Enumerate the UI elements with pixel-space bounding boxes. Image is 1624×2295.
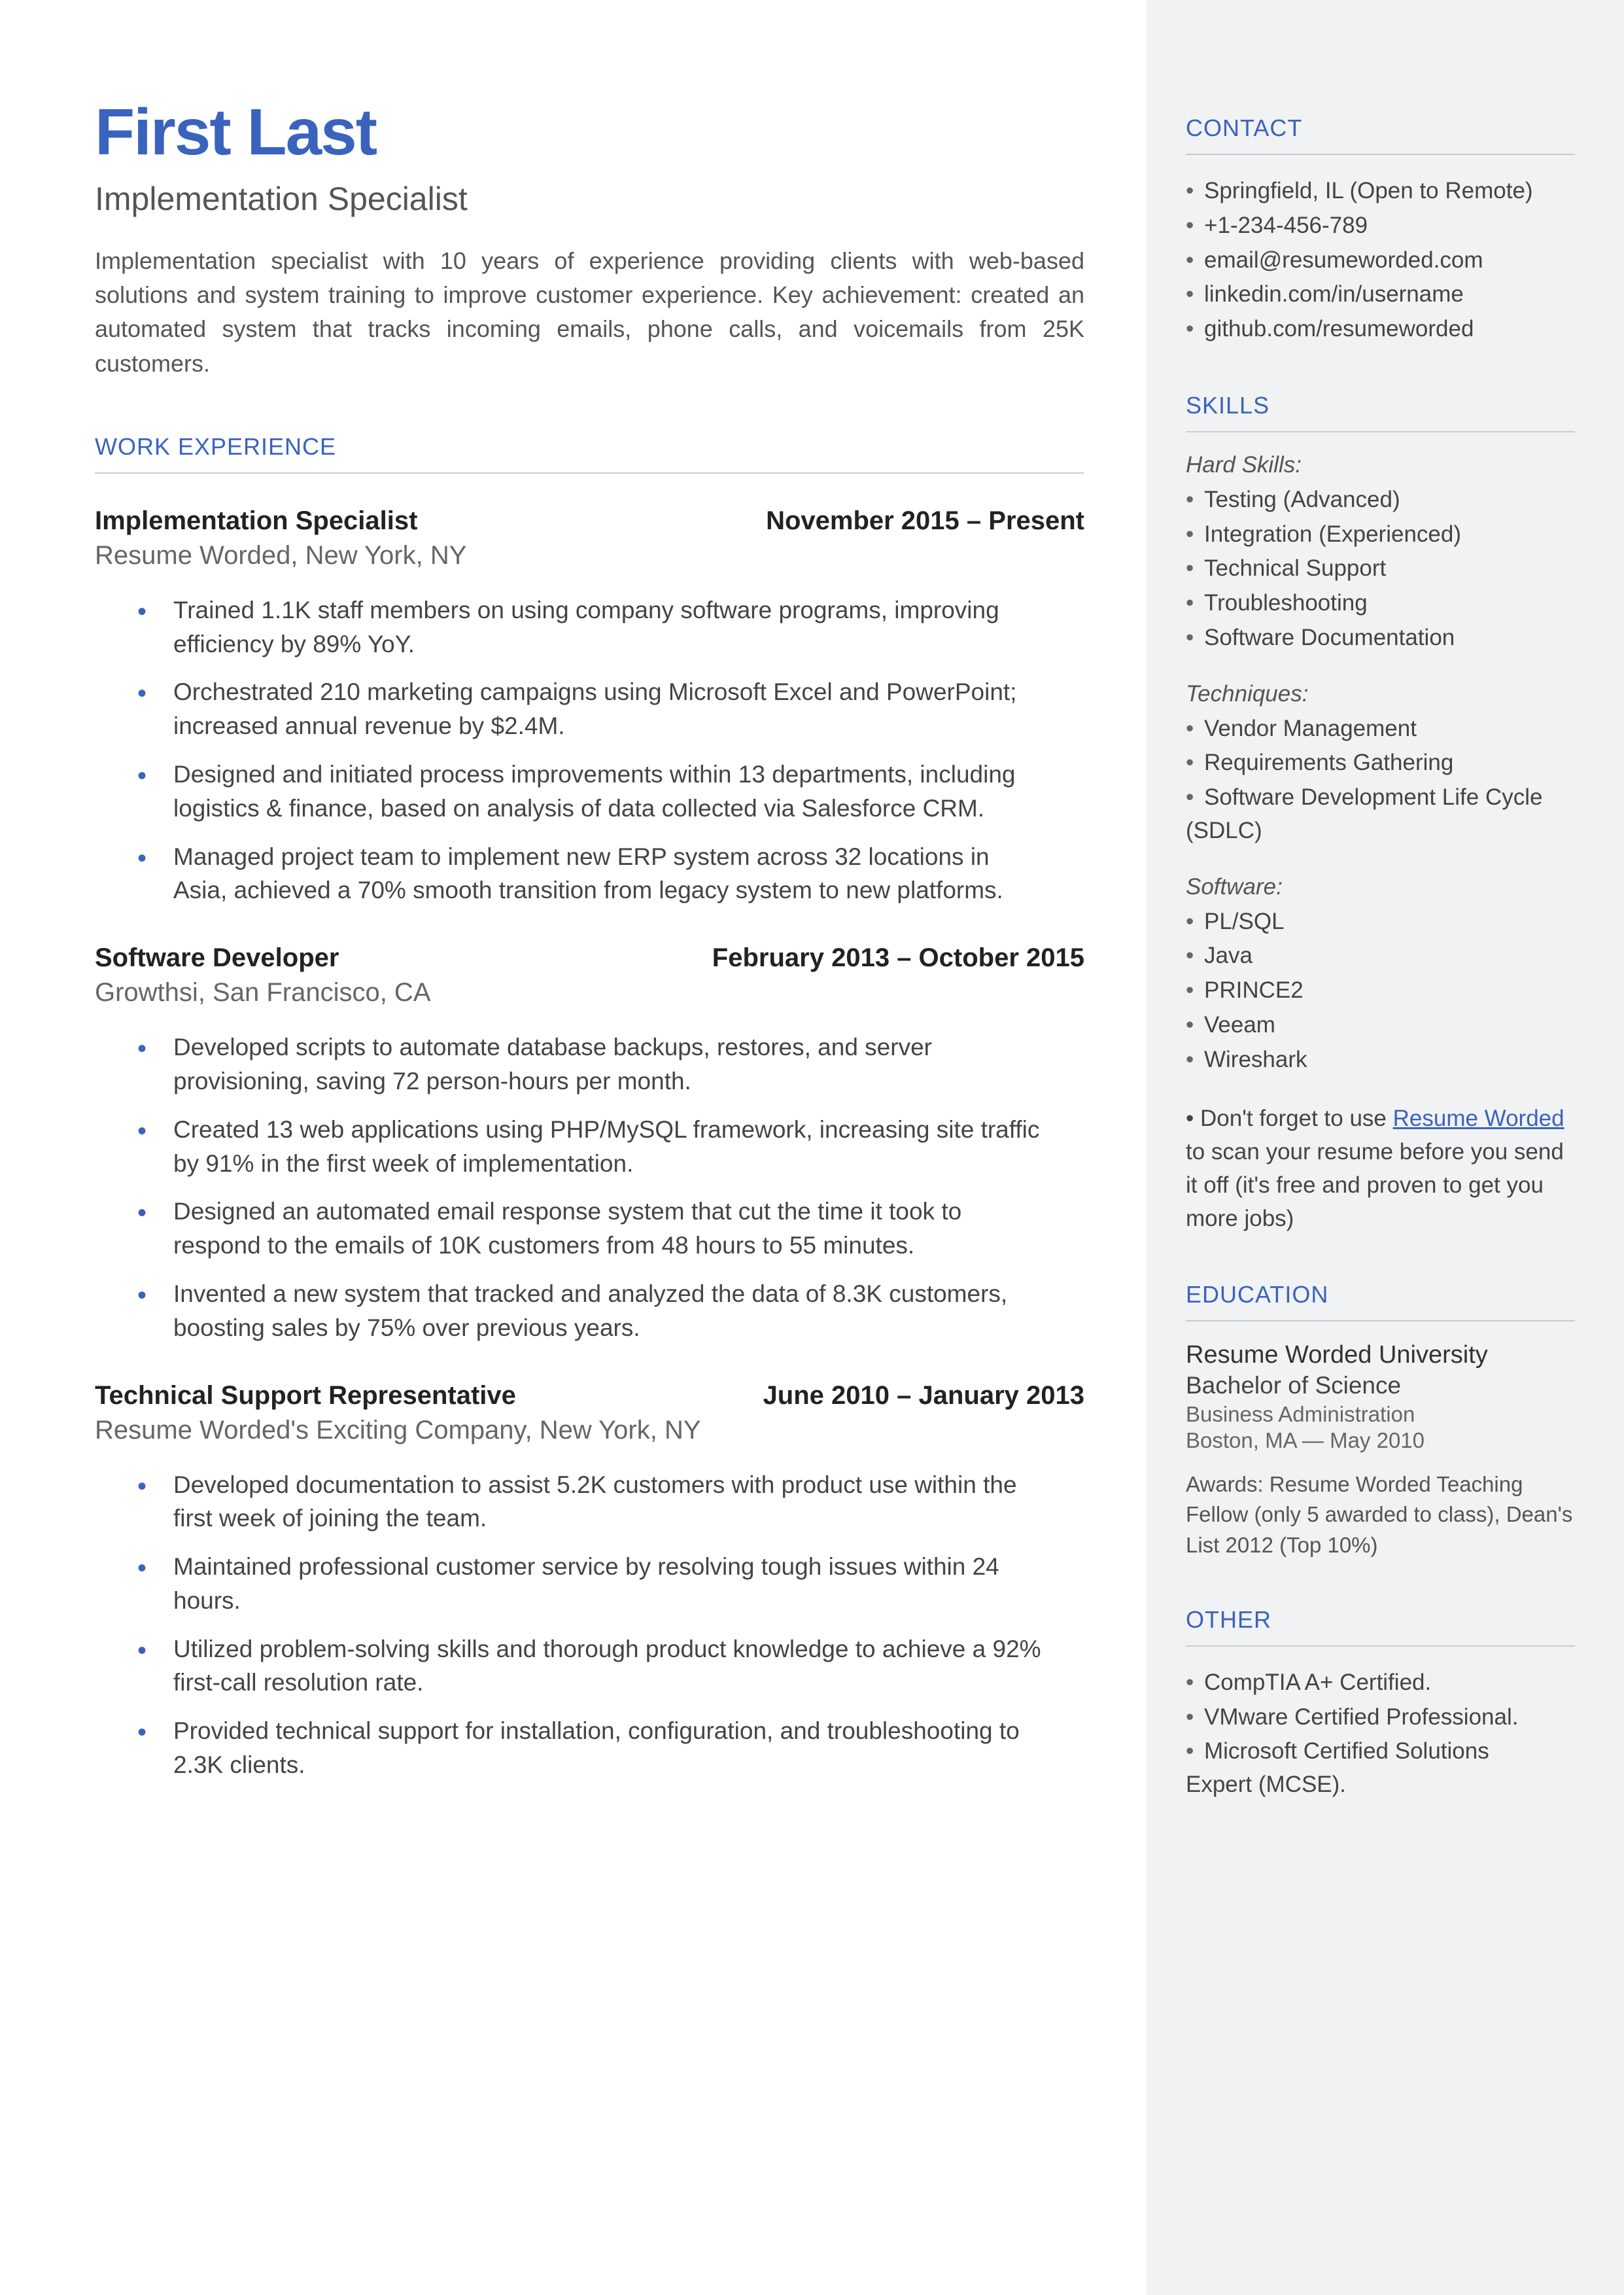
list-item: VMware Certified Professional. — [1186, 1701, 1575, 1734]
list-item: PRINCE2 — [1186, 974, 1575, 1007]
edu-school: Resume Worded University — [1186, 1341, 1575, 1369]
job-company: Resume Worded, New York, NY — [95, 541, 1084, 570]
edu-location: Boston, MA — May 2010 — [1186, 1428, 1575, 1453]
bullet-item: Orchestrated 210 marketing campaigns usi… — [173, 675, 1084, 743]
list-item: Technical Support — [1186, 552, 1575, 586]
list-item: email@resumeworded.com — [1186, 244, 1575, 277]
resume-page: First Last Implementation Specialist Imp… — [0, 0, 1624, 2295]
software-label: Software: — [1186, 874, 1575, 900]
skills-heading: SKILLS — [1186, 392, 1575, 419]
education-heading: EDUCATION — [1186, 1281, 1575, 1308]
list-item: Vendor Management — [1186, 712, 1575, 746]
main-column: First Last Implementation Specialist Imp… — [0, 0, 1147, 2295]
bullet-item: Designed an automated email response sys… — [173, 1195, 1084, 1263]
job-entry: Implementation Specialist November 2015 –… — [95, 506, 1084, 907]
list-item: Integration (Experienced) — [1186, 518, 1575, 552]
list-item: linkedin.com/in/username — [1186, 278, 1575, 311]
note-post: to scan your resume before you send it o… — [1186, 1139, 1564, 1231]
techniques-label: Techniques: — [1186, 681, 1575, 707]
bullet-item: Invented a new system that tracked and a… — [173, 1277, 1084, 1345]
bullet-item: Created 13 web applications using PHP/My… — [173, 1113, 1084, 1181]
bullet-item: Trained 1.1K staff members on using comp… — [173, 593, 1084, 661]
job-bullets: Developed scripts to automate database b… — [95, 1030, 1084, 1344]
candidate-title: Implementation Specialist — [95, 180, 1084, 218]
job-company: Growthsi, San Francisco, CA — [95, 978, 1084, 1007]
job-dates: June 2010 – January 2013 — [763, 1381, 1084, 1410]
job-company: Resume Worded's Exciting Company, New Yo… — [95, 1416, 1084, 1445]
bullet-item: Maintained professional customer service… — [173, 1550, 1084, 1618]
list-item: Veeam — [1186, 1009, 1575, 1042]
sidebar-column: CONTACT Springfield, IL (Open to Remote)… — [1147, 0, 1624, 2295]
list-item: Springfield, IL (Open to Remote) — [1186, 175, 1575, 208]
divider — [95, 472, 1084, 474]
divider — [1186, 1645, 1575, 1647]
job-entry: Technical Support Representative June 201… — [95, 1381, 1084, 1782]
bullet-item: Designed and initiated process improveme… — [173, 758, 1084, 826]
note-pre: Don't forget to use — [1200, 1106, 1393, 1131]
list-item: Requirements Gathering — [1186, 746, 1575, 780]
edu-awards: Awards: Resume Worded Teaching Fellow (o… — [1186, 1469, 1575, 1560]
list-item: PL/SQL — [1186, 905, 1575, 939]
jobs-container: Implementation Specialist November 2015 –… — [95, 506, 1084, 1782]
edu-field: Business Administration — [1186, 1402, 1575, 1427]
list-item: +1-234-456-789 — [1186, 209, 1575, 243]
divider — [1186, 431, 1575, 432]
software-list: PL/SQLJavaPRINCE2VeeamWireshark — [1186, 905, 1575, 1077]
candidate-name: First Last — [95, 95, 1084, 170]
list-item: Java — [1186, 939, 1575, 973]
list-item: Wireshark — [1186, 1043, 1575, 1077]
list-item: Testing (Advanced) — [1186, 483, 1575, 517]
contact-heading: CONTACT — [1186, 114, 1575, 142]
bullet-item: Managed project team to implement new ER… — [173, 840, 1084, 908]
job-entry: Software Developer February 2013 – Octobe… — [95, 943, 1084, 1344]
education-block: EDUCATION Resume Worded University Bache… — [1186, 1281, 1575, 1560]
hard-skills-list: Testing (Advanced)Integration (Experienc… — [1186, 483, 1575, 655]
edu-degree: Bachelor of Science — [1186, 1372, 1575, 1399]
work-experience-heading: WORK EXPERIENCE — [95, 433, 1084, 461]
job-role: Technical Support Representative — [95, 1381, 516, 1410]
list-item: github.com/resumeworded — [1186, 313, 1575, 346]
resume-worded-link[interactable]: Resume Worded — [1393, 1106, 1564, 1131]
job-bullets: Developed documentation to assist 5.2K c… — [95, 1468, 1084, 1782]
techniques-list: Vendor ManagementRequirements Gathering•… — [1186, 712, 1575, 848]
list-item: CompTIA A+ Certified. — [1186, 1666, 1575, 1700]
summary-text: Implementation specialist with 10 years … — [95, 244, 1084, 381]
other-heading: OTHER — [1186, 1606, 1575, 1634]
skills-block: SKILLS Hard Skills: Testing (Advanced)In… — [1186, 392, 1575, 1236]
other-block: OTHER CompTIA A+ Certified.VMware Certif… — [1186, 1606, 1575, 1802]
bullet-item: Utilized problem-solving skills and thor… — [173, 1632, 1084, 1700]
hard-skills-label: Hard Skills: — [1186, 452, 1575, 478]
divider — [1186, 154, 1575, 155]
skills-note: • Don't forget to use Resume Worded to s… — [1186, 1102, 1575, 1235]
list-item: •Software Development Life Cycle(SDLC) — [1186, 781, 1575, 848]
job-bullets: Trained 1.1K staff members on using comp… — [95, 593, 1084, 907]
bullet-item: Provided technical support for installat… — [173, 1714, 1084, 1782]
bullet-item: Developed documentation to assist 5.2K c… — [173, 1468, 1084, 1536]
job-dates: November 2015 – Present — [766, 506, 1084, 536]
divider — [1186, 1320, 1575, 1322]
contact-block: CONTACT Springfield, IL (Open to Remote)… — [1186, 114, 1575, 346]
job-dates: February 2013 – October 2015 — [712, 943, 1084, 973]
bullet-item: Developed scripts to automate database b… — [173, 1030, 1084, 1098]
list-item: •Microsoft Certified SolutionsExpert (MC… — [1186, 1735, 1575, 1802]
job-role: Software Developer — [95, 943, 339, 973]
contact-list: Springfield, IL (Open to Remote)+1-234-4… — [1186, 175, 1575, 346]
list-item: Software Documentation — [1186, 622, 1575, 655]
job-role: Implementation Specialist — [95, 506, 417, 536]
other-list: CompTIA A+ Certified.VMware Certified Pr… — [1186, 1666, 1575, 1802]
list-item: Troubleshooting — [1186, 587, 1575, 620]
